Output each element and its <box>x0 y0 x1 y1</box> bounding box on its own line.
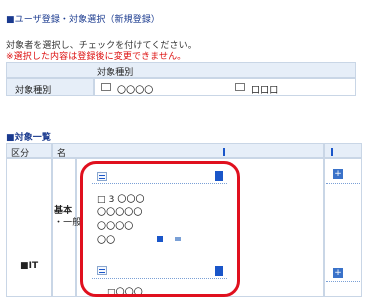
header-marker-icon <box>223 148 225 156</box>
header-marker-icon-2 <box>331 148 333 156</box>
highlight-outline <box>80 161 240 297</box>
table-col1-body <box>6 158 52 297</box>
filter-row-label: 対象種別 <box>15 86 52 96</box>
filter-option2-label: 口口口 <box>251 86 279 96</box>
row1-add-button[interactable]: + <box>333 169 343 179</box>
filter-option1-checkbox[interactable] <box>101 83 111 91</box>
row2-add-button[interactable]: + <box>333 268 343 278</box>
filter-option1-label: 〇〇〇〇 <box>117 86 154 96</box>
filter-option2-checkbox[interactable] <box>235 83 245 91</box>
row2-label: ■IT <box>20 261 39 271</box>
table-header-col3 <box>324 143 362 158</box>
table-header-col2: 名 <box>52 143 324 159</box>
section-title: ■対象一覧 <box>6 133 52 143</box>
filter-header-label: 対象種別 <box>97 68 134 78</box>
page-title: ■ユーザ登録・対象選択（新規登録） <box>6 15 161 25</box>
intro-line-2: ※選択した内容は登録後に変更できません。 <box>6 52 187 62</box>
filter-options-cell: 〇〇〇〇 口口口 <box>94 78 356 96</box>
row1-add-separator <box>326 182 360 184</box>
filter-header-bar: 対象種別 <box>6 62 356 78</box>
table-header-col1: 区分 <box>6 143 52 159</box>
filter-row-label-cell: 対象種別 <box>6 78 94 96</box>
row2-add-separator <box>326 280 360 282</box>
row1-subgroup: ・一般 <box>54 218 82 228</box>
table-col4-body <box>324 158 362 297</box>
